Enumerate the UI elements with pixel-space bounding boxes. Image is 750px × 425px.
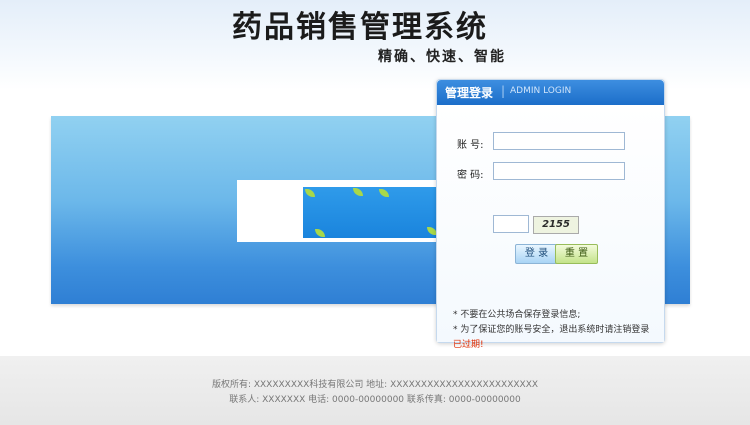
captcha-image[interactable]: 2155: [533, 216, 579, 234]
footer-copyright: 版权所有: XXXXXXXXX科技有限公司 地址: XXXXXXXXXXXXXX…: [211, 380, 539, 390]
leaf-icon: [353, 188, 363, 196]
leaf-icon: [305, 189, 315, 197]
account-input[interactable]: [493, 132, 625, 150]
leaf-image: [303, 187, 447, 238]
login-notes: * 不要在公共场合保存登录信息; * 为了保证您的账号安全，退出系统时请注销登录…: [453, 308, 649, 353]
note-item: * 为了保证您的账号安全，退出系统时请注销登录: [453, 325, 650, 335]
login-header: 管理登录 | ADMIN LOGIN: [437, 80, 664, 105]
captcha-input[interactable]: [493, 215, 529, 233]
heading-separator: |: [501, 84, 506, 98]
account-label: 账 号:: [457, 140, 484, 151]
login-button[interactable]: 登 录: [515, 244, 558, 264]
login-form: 账 号: 密 码: 2155 登 录 重 置 * 不要在公共场合保存登录信息; …: [437, 105, 664, 350]
footer: 版权所有: XXXXXXXXX科技有限公司 地址: XXXXXXXXXXXXXX…: [0, 356, 750, 425]
footer-contact: 联系人: XXXXXXX 电话: 0000-00000000 联系传真: 000…: [229, 395, 521, 405]
password-input[interactable]: [493, 162, 625, 180]
leaf-icon: [379, 189, 389, 197]
login-heading: 管理登录: [445, 86, 494, 100]
expired-notice: 已过期!: [453, 340, 484, 350]
reset-button[interactable]: 重 置: [555, 244, 598, 264]
login-heading-en: ADMIN LOGIN: [510, 86, 572, 96]
login-panel: 管理登录 | ADMIN LOGIN 账 号: 密 码: 2155 登 录 重 …: [436, 79, 665, 350]
page-subtitle: 精确、快速、智能: [378, 49, 506, 65]
password-label: 密 码:: [457, 170, 484, 181]
note-item: * 不要在公共场合保存登录信息;: [453, 310, 581, 320]
page-title: 药品销售管理系统: [232, 10, 488, 45]
leaf-icon: [315, 229, 325, 237]
